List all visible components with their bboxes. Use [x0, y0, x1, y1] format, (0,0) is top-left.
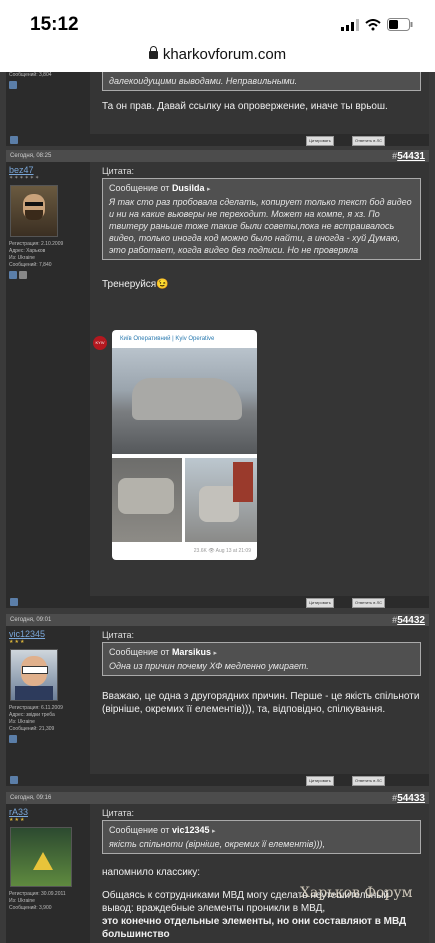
post-header: Сегодня, 08:25 #54431: [6, 150, 429, 162]
quote-box: Сообщение от Dusilda ▸ Я так сто раз про…: [102, 178, 421, 260]
post-date: Сегодня, 09:16: [10, 795, 52, 801]
skype-icon[interactable]: [9, 81, 17, 89]
user-icons: [9, 735, 90, 743]
post-content: далекоидущими выводами. Неправильными. Т…: [90, 72, 429, 134]
embed-stats: 23.6K 👁 Aug 13 at 21:09: [193, 548, 251, 554]
quote-author: Сообщение от vic12345 ▸: [109, 825, 216, 835]
user-icons: [9, 81, 90, 89]
post-body: Та он прав. Давай ссылку на опровержение…: [102, 101, 388, 112]
quote-author: Сообщение от Marsikus ▸: [109, 647, 217, 657]
user-rank-stars: ✶✶✶✶✶✶: [9, 175, 41, 181]
quote-button[interactable]: Цитировать: [306, 776, 334, 786]
quote-text: далекоидущими выводами. Неправильными.: [109, 76, 298, 86]
embed-photo-left[interactable]: [112, 458, 182, 542]
address-bar[interactable]: kharkovforum.com: [0, 46, 435, 63]
avatar[interactable]: [10, 649, 58, 701]
avatar[interactable]: [10, 827, 72, 887]
embed-photo-main[interactable]: [112, 348, 257, 454]
lock-icon: [148, 46, 158, 59]
user-icons: [9, 271, 90, 279]
user-meta: Регистрация: 30.09.2011 Из: Ukraine Сообще…: [9, 891, 66, 911]
reply-pm-button[interactable]: Ответить в ЛС: [352, 776, 385, 786]
post-footer: Цитировать Ответить в ЛС: [6, 596, 429, 608]
view-post-icon[interactable]: ▸: [213, 650, 217, 657]
post-user-panel: vic12345 ★★★ Регистрация: 6.11.2009 Адрес…: [6, 626, 90, 774]
quote-label: Цитата:: [102, 808, 135, 818]
post-user-panel: bez47 ✶✶✶✶✶✶ Регистрация: 2.10.2009 Адрес…: [6, 162, 90, 596]
user-meta-count: Сообщений: 3,804: [9, 72, 52, 78]
channel-logo: KYIV: [93, 336, 107, 350]
forum-watermark: Харьков Форум: [300, 885, 413, 901]
embed-photo-right[interactable]: [185, 458, 257, 542]
post-54433: Сегодня, 09:16 #54433 rA33 ★★★ Регистрац…: [6, 792, 429, 943]
quote-label: Цитата:: [102, 166, 135, 176]
user-meta: Регистрация: 2.10.2009 Адрес: Харьков Из: …: [9, 241, 64, 268]
quote-box: Сообщение от vic12345 ▸ якість спільноти…: [102, 820, 421, 854]
post-body-line3: это конечно отдельные элементы, но они с…: [102, 916, 407, 940]
post-date: Сегодня, 09:01: [10, 617, 52, 623]
skype-icon[interactable]: [9, 735, 17, 743]
post-date: Сегодня, 08:25: [10, 153, 52, 159]
status-time: 15:12: [30, 14, 79, 35]
post-footer: Цитировать Ответить в ЛС: [6, 774, 429, 786]
user-rank-stars: ★★★: [9, 817, 26, 823]
post-user-panel: Сообщений: 3,804: [6, 72, 90, 134]
telegram-embed[interactable]: KYIV Київ Оперативний | Kyiv Operative 2…: [93, 330, 257, 560]
view-post-icon[interactable]: ▸: [207, 186, 211, 193]
address-domain: kharkovforum.com: [162, 46, 287, 63]
quote-button[interactable]: Цитировать: [306, 136, 334, 146]
profile-icon[interactable]: [19, 271, 27, 279]
reply-pm-button[interactable]: Ответить в ЛС: [352, 598, 385, 608]
post-footer: Цитировать Ответить в ЛС: [6, 134, 429, 146]
post-body: Тренеруйся😉: [102, 279, 169, 290]
post-body-line1: напомнило классику:: [102, 867, 201, 878]
view-post-icon[interactable]: ▸: [212, 828, 216, 835]
quote-button[interactable]: Цитировать: [306, 598, 334, 608]
channel-name[interactable]: Київ Оперативний | Kyiv Operative: [120, 336, 214, 342]
post-content: Цитата: Сообщение от Dusilda ▸ Я так сто…: [90, 162, 429, 596]
skype-icon[interactable]: [9, 271, 17, 279]
signal-icon: [341, 18, 359, 31]
post-54432: Сегодня, 09:01 #54432 vic12345 ★★★ Регис…: [6, 614, 429, 786]
report-icon[interactable]: [10, 136, 18, 144]
post-header: Сегодня, 09:01 #54432: [6, 614, 429, 626]
quote-text: Я так сто раз пробовала сделать, копируе…: [109, 197, 412, 255]
report-icon[interactable]: [10, 776, 18, 784]
status-icons: [341, 18, 413, 31]
quote-author: Сообщение от Dusilda ▸: [109, 183, 211, 193]
quote-box: далекоидущими выводами. Неправильными.: [102, 72, 421, 91]
username-link[interactable]: bez47: [9, 165, 90, 175]
post-54431: Сегодня, 08:25 #54431 bez47 ✶✶✶✶✶✶ Регис…: [6, 150, 429, 608]
quote-box: Сообщение от Marsikus ▸ Одна из причин п…: [102, 642, 421, 676]
report-icon[interactable]: [10, 598, 18, 606]
user-meta: Регистрация: 6.11.2009 Адрес: звідки треб…: [9, 705, 63, 732]
quote-text: Одна из причин почему ХФ медленно умирае…: [109, 661, 309, 671]
reply-pm-button[interactable]: Ответить в ЛС: [352, 136, 385, 146]
wifi-icon: [365, 18, 381, 30]
post-user-panel: rA33 ★★★ Регистрация: 30.09.2011 Из: Ukra…: [6, 804, 90, 943]
quote-label: Цитата:: [102, 630, 135, 640]
post-body: Вважаю, це одна з другорядних причин. Пе…: [102, 691, 420, 715]
post-content: Цитата: Сообщение от vic12345 ▸ якість с…: [90, 804, 429, 943]
post-content: Цитата: Сообщение от Marsikus ▸ Одна из …: [90, 626, 429, 774]
username-link[interactable]: vic12345: [9, 629, 90, 639]
avatar[interactable]: [10, 185, 58, 237]
post-header: Сегодня, 09:16 #54433: [6, 792, 429, 804]
username-link[interactable]: rA33: [9, 807, 90, 817]
quote-text: якість спільноти (вірніше, окремих її ел…: [109, 839, 325, 849]
user-rank-stars: ★★★: [9, 639, 26, 645]
post-previous: Сообщений: 3,804 далекоидущими выводами.…: [6, 72, 429, 146]
status-bar: 15:12 kharkovforum.com: [0, 0, 435, 72]
battery-icon: [387, 18, 413, 31]
